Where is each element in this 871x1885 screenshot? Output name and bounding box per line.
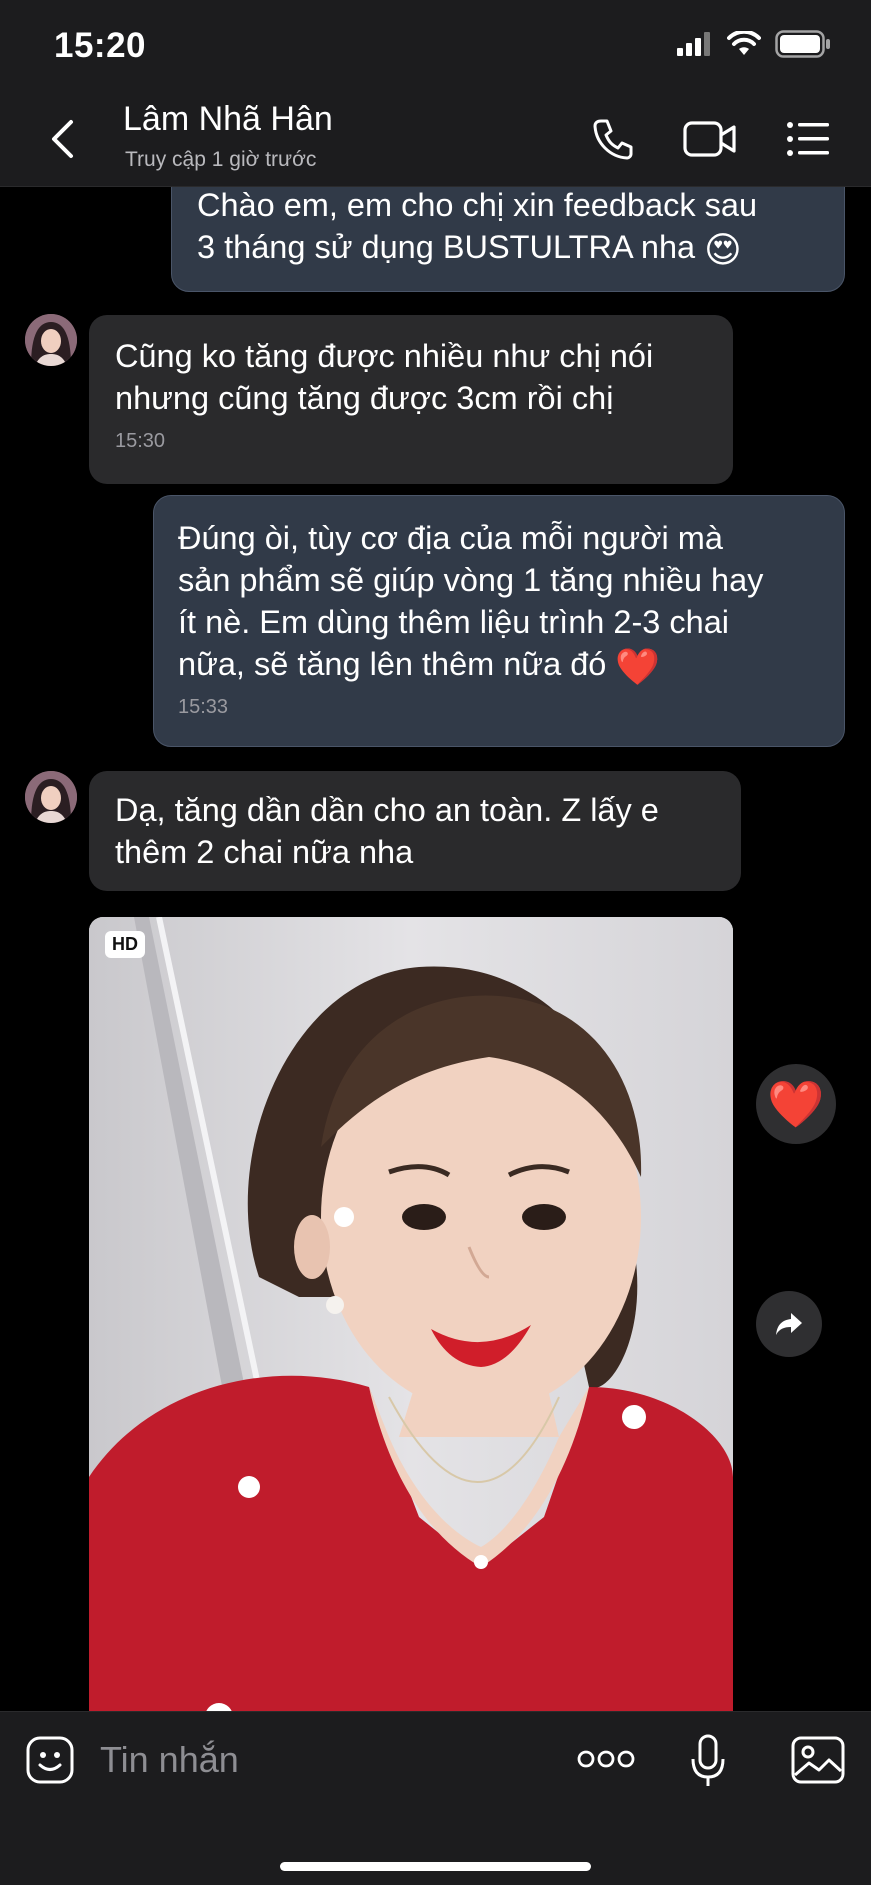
list-menu-icon bbox=[787, 122, 829, 156]
heart-emoji: ❤️ bbox=[615, 646, 661, 687]
hd-badge: HD bbox=[105, 931, 145, 958]
cellular-signal-icon bbox=[677, 32, 710, 56]
message-text: Dạ, tăng dần dần cho an toàn. Z lấy e th… bbox=[115, 792, 659, 870]
message-text: Đúng òi, tùy cơ địa của mỗi người mà sản… bbox=[178, 520, 764, 682]
back-button[interactable] bbox=[40, 114, 84, 164]
gallery-button[interactable] bbox=[790, 1734, 846, 1786]
battery-icon bbox=[775, 30, 830, 58]
message-bubble-incoming[interactable]: Dạ, tăng dần dần cho an toàn. Z lấy e th… bbox=[89, 771, 741, 891]
message-text: Chào em, em cho chị xin feedback sau 3 t… bbox=[197, 187, 758, 265]
message-list[interactable]: Chào em, em cho chị xin feedback sau 3 t… bbox=[0, 187, 871, 1711]
reaction-button[interactable]: ❤️ bbox=[756, 1064, 836, 1144]
emoji-button[interactable] bbox=[24, 1734, 76, 1786]
selfie-photo bbox=[89, 917, 733, 1711]
video-call-button[interactable] bbox=[682, 114, 738, 164]
microphone-icon bbox=[691, 1734, 725, 1786]
home-indicator[interactable] bbox=[280, 1862, 591, 1871]
status-icons bbox=[677, 30, 831, 58]
message-input[interactable] bbox=[98, 1734, 572, 1786]
avatar[interactable] bbox=[25, 771, 77, 823]
photo-message[interactable]: HD bbox=[89, 917, 733, 1711]
message-bubble-incoming[interactable]: Cũng ko tăng được nhiều như chị nói nhưn… bbox=[89, 315, 733, 484]
message-bubble-outgoing[interactable]: Chào em, em cho chị xin feedback sau 3 t… bbox=[171, 187, 845, 292]
avatar-image bbox=[25, 314, 77, 366]
more-options-button[interactable] bbox=[576, 1742, 636, 1776]
message-timestamp: 15:30 bbox=[115, 430, 166, 452]
avatar[interactable] bbox=[25, 314, 77, 366]
voice-message-button[interactable] bbox=[686, 1732, 730, 1790]
heart-icon: ❤️ bbox=[767, 1078, 825, 1130]
more-dots-icon bbox=[577, 1750, 635, 1768]
message-timestamp: 15:33 bbox=[178, 696, 229, 718]
contact-name[interactable]: Lâm Nhã Hân bbox=[123, 100, 333, 139]
share-forward-icon bbox=[776, 1313, 802, 1335]
status-time: 15:20 bbox=[54, 26, 147, 65]
chevron-left-icon bbox=[52, 120, 73, 158]
image-gallery-icon bbox=[791, 1736, 845, 1784]
status-bar: 15:20 bbox=[0, 0, 871, 92]
chat-header: Lâm Nhã Hân Truy cập 1 giờ trước bbox=[0, 92, 871, 187]
heart-eyes-emoji: 😍 bbox=[704, 229, 742, 270]
call-button[interactable] bbox=[588, 114, 638, 164]
message-composer bbox=[0, 1711, 871, 1885]
wifi-icon bbox=[727, 31, 761, 55]
message-bubble-outgoing[interactable]: Đúng òi, tùy cơ địa của mỗi người mà sản… bbox=[153, 495, 845, 747]
menu-button[interactable] bbox=[785, 114, 831, 164]
phone-icon bbox=[593, 119, 633, 160]
avatar-image bbox=[25, 771, 77, 823]
message-text: Cũng ko tăng được nhiều như chị nói nhưn… bbox=[115, 338, 654, 416]
contact-last-seen: Truy cập 1 giờ trước bbox=[125, 148, 317, 171]
video-camera-icon bbox=[683, 121, 736, 157]
share-button[interactable] bbox=[756, 1291, 822, 1357]
emoji-sticker-icon bbox=[26, 1736, 74, 1784]
